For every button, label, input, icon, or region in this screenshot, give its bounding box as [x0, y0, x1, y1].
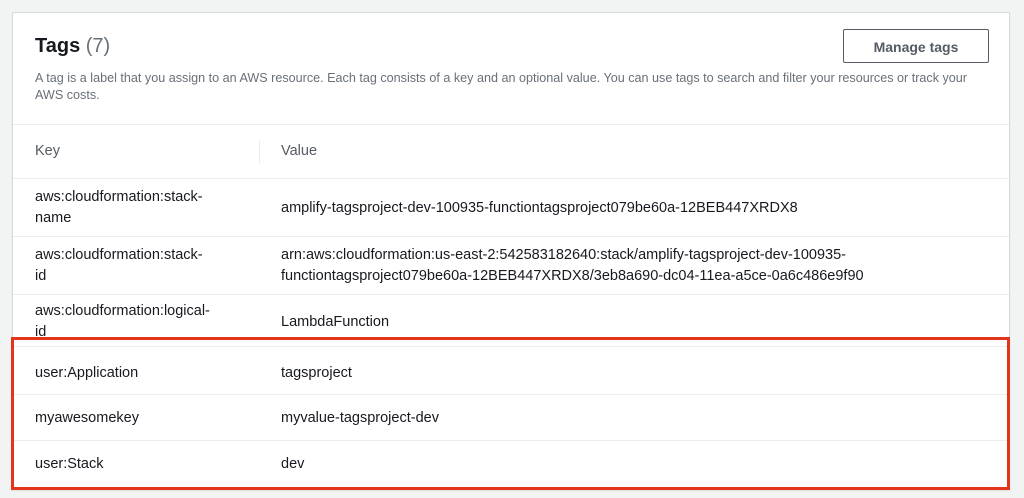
tag-key: aws:cloudformation:stack- name [35, 187, 240, 229]
panel-title-text: Tags [35, 35, 81, 57]
tag-key-line: id [35, 324, 47, 340]
tag-key-line: aws:cloudformation:logical- [35, 303, 210, 319]
tag-key: aws:cloudformation:stack- id [35, 245, 240, 287]
column-header-value[interactable]: Value [281, 125, 317, 178]
tag-key-line: name [35, 210, 72, 226]
tags-panel: Tags (7) A tag is a label that you assig… [12, 12, 1010, 490]
tag-value: amplify-tagsproject-dev-100935-functiont… [281, 198, 981, 219]
tag-key: myawesomekey [35, 408, 240, 429]
tag-value: LambdaFunction [281, 312, 981, 333]
column-header-key[interactable]: Key [35, 125, 60, 178]
column-divider [259, 140, 260, 164]
table-row: aws:cloudformation:logical- id LambdaFun… [13, 295, 1009, 347]
tag-value-line: functiontagsproject079be60a-12BEB447XRDX… [281, 268, 864, 284]
manage-tags-button[interactable]: Manage tags [843, 29, 989, 63]
tag-value: tagsproject [281, 363, 981, 384]
tag-key-line: user:Application [35, 365, 139, 381]
table-row: myawesomekey myvalue-tagsproject-dev [13, 395, 1009, 441]
panel-description: A tag is a label that you assign to an A… [35, 71, 968, 102]
tag-value-line: tagsproject [281, 365, 352, 381]
tag-key-line: user:Stack [35, 456, 104, 472]
tag-value: myvalue-tagsproject-dev [281, 408, 981, 429]
tag-key: user:Stack [35, 454, 240, 475]
tag-key-line: aws:cloudformation:stack- [35, 247, 203, 263]
tags-header: Tags (7) A tag is a label that you assig… [13, 13, 1009, 125]
tag-key-line: id [35, 268, 47, 284]
tag-key-line: aws:cloudformation:stack- [35, 189, 203, 205]
tag-value-line: amplify-tagsproject-dev-100935-functiont… [281, 200, 798, 216]
tag-value-line: dev [281, 456, 305, 472]
tag-value: arn:aws:cloudformation:us-east-2:5425831… [281, 245, 981, 287]
table-row: user:Stack dev [13, 441, 1009, 489]
tag-value-line: arn:aws:cloudformation:us-east-2:5425831… [281, 247, 847, 263]
tag-value-line: LambdaFunction [281, 314, 390, 330]
table-header: Key Value [13, 125, 1009, 179]
tag-count: (7) [85, 35, 111, 57]
table-row: aws:cloudformation:stack- id arn:aws:clo… [13, 237, 1009, 295]
tag-key: aws:cloudformation:logical- id [35, 301, 240, 343]
tag-value: dev [281, 454, 981, 475]
panel-title: Tags (7) [35, 35, 110, 58]
tag-value-line: myvalue-tagsproject-dev [281, 410, 439, 426]
tag-key-line: myawesomekey [35, 410, 139, 426]
tag-key: user:Application [35, 363, 240, 384]
table-row: aws:cloudformation:stack- name amplify-t… [13, 179, 1009, 237]
table-row: user:Application tagsproject [13, 350, 1009, 395]
